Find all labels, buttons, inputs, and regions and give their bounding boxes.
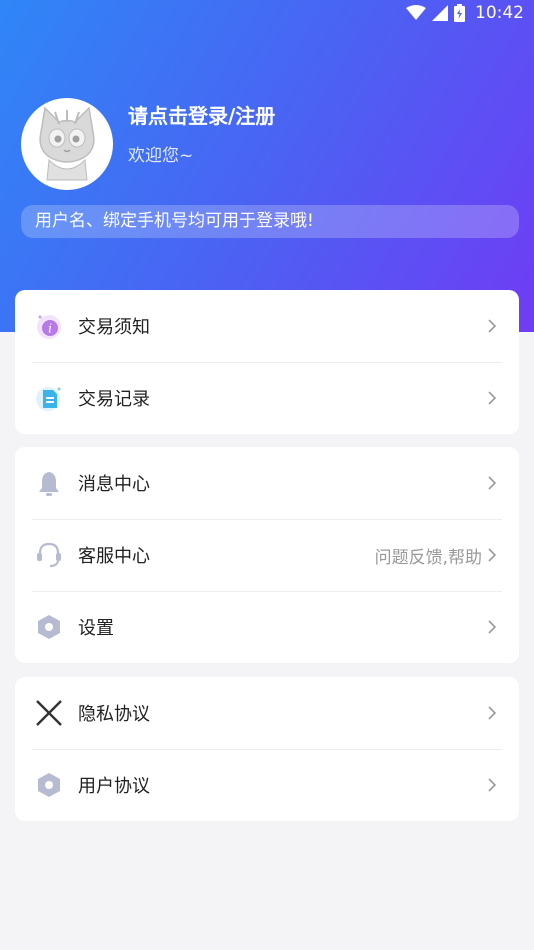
menu-item-settings[interactable]: 设置 (15, 591, 519, 663)
card-services: 消息中心 客服中心 问题反馈,帮助 设置 (15, 447, 519, 663)
card-agreements: 隐私协议 用户协议 (15, 677, 519, 821)
profile-header: 10:42 请点击登录/注册 欢迎您~ 用户名、绑定手机号均可用于登录哦! (0, 0, 534, 332)
login-register-link[interactable]: 请点击登录/注册 (128, 100, 275, 129)
chevron-right-icon (487, 619, 497, 635)
headset-icon (34, 540, 64, 570)
cat-avatar-icon (27, 102, 107, 186)
menu-item-label: 交易记录 (78, 389, 150, 410)
svg-text:i: i (48, 322, 52, 336)
chevron-right-icon (487, 547, 497, 563)
wifi-icon (406, 5, 426, 21)
battery-icon (454, 4, 465, 22)
info-badge-icon: i (34, 311, 64, 341)
chevron-right-icon (487, 390, 497, 406)
customer-service-hint: 问题反馈,帮助 (374, 547, 482, 568)
menu-item-label: 设置 (78, 618, 114, 639)
menu-item-customer-service[interactable]: 客服中心 问题反馈,帮助 (15, 519, 519, 591)
menu-item-label: 隐私协议 (78, 704, 150, 725)
document-icon (34, 383, 64, 413)
menu-item-message-center[interactable]: 消息中心 (15, 447, 519, 519)
card-transactions: i 交易须知 交易记录 (15, 290, 519, 434)
chevron-right-icon (487, 705, 497, 721)
status-time: 10:42 (475, 3, 524, 23)
welcome-text: 欢迎您~ (128, 146, 194, 166)
menu-item-user-agreement[interactable]: 用户协议 (15, 749, 519, 821)
menu-item-trade-notice[interactable]: i 交易须知 (15, 290, 519, 362)
avatar[interactable] (21, 98, 113, 190)
bell-icon (34, 468, 64, 498)
hexagon-settings-icon (34, 612, 64, 642)
menu-item-privacy-policy[interactable]: 隐私协议 (15, 677, 519, 749)
close-x-icon (34, 698, 64, 728)
login-notice-banner: 用户名、绑定手机号均可用于登录哦! (21, 205, 519, 238)
chevron-right-icon (487, 777, 497, 793)
menu-item-trade-records[interactable]: 交易记录 (15, 362, 519, 434)
menu-item-label: 用户协议 (78, 776, 150, 797)
chevron-right-icon (487, 318, 497, 334)
menu-item-label: 客服中心 (78, 546, 150, 567)
chevron-right-icon (487, 475, 497, 491)
menu-item-label: 交易须知 (78, 317, 150, 338)
menu-item-label: 消息中心 (78, 474, 150, 495)
signal-icon (432, 5, 448, 21)
hexagon-icon (34, 770, 64, 800)
status-bar: 10:42 (0, 0, 534, 28)
